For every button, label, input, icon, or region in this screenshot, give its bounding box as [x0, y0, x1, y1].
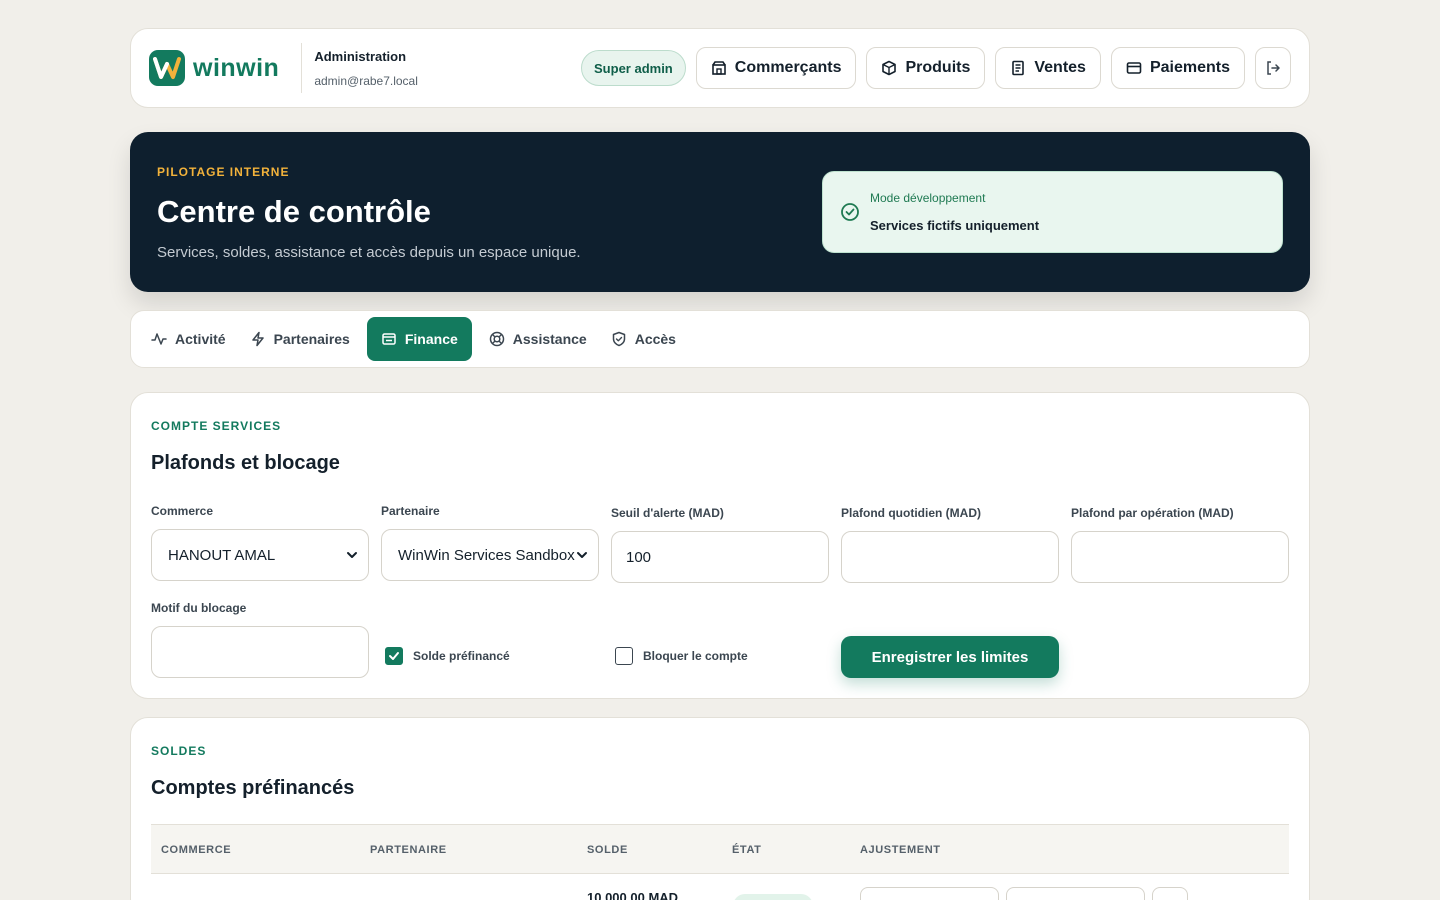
nav-paiements-button[interactable]: Paiements: [1110, 47, 1245, 89]
hero-eyebrow: PILOTAGE INTERNE: [157, 165, 290, 179]
top-bar: winwin Administration admin@rabe7.local …: [130, 28, 1310, 108]
block-account-label: Bloquer le compte: [643, 649, 748, 663]
limits-panel: COMPTE SERVICES Plafonds et blocage Comm…: [130, 392, 1310, 699]
column-header-ajustement: AJUSTEMENT: [860, 844, 941, 856]
column-header-partenaire: PARTENAIRE: [370, 844, 447, 856]
tab-activite-label: Activité: [175, 331, 226, 347]
tab-finance-label: Finance: [404, 331, 458, 347]
role-badge: Super admin: [581, 50, 686, 86]
nav-produits-button[interactable]: Produits: [866, 47, 986, 89]
adjustment-submit-button[interactable]: [1152, 887, 1188, 900]
per-operation-limit-label: Plafond par opération (MAD): [1071, 506, 1234, 520]
admin-email: admin@rabe7.local: [314, 73, 418, 88]
section-tabs: Activité Partenaires Finance Assistance …: [130, 310, 1310, 368]
checkbox-checked-icon: [385, 647, 403, 665]
status-badge: [733, 894, 813, 900]
main-nav: Super admin Commerçants Produits Ventes …: [581, 47, 1291, 89]
daily-limit-input[interactable]: [841, 531, 1059, 583]
page-title: Centre de contrôle: [157, 194, 431, 229]
block-account-checkbox[interactable]: Bloquer le compte: [615, 647, 748, 665]
shield-icon: [612, 331, 625, 347]
limits-eyebrow: COMPTE SERVICES: [151, 419, 282, 433]
partner-label: Partenaire: [381, 504, 440, 518]
admin-info: Administration admin@rabe7.local: [314, 49, 418, 88]
tab-finance[interactable]: Finance: [366, 317, 472, 361]
logout-icon: [1267, 61, 1280, 75]
check-circle-icon: [841, 203, 859, 221]
tab-partenaires-label: Partenaires: [273, 331, 350, 347]
commerce-select[interactable]: HANOUT AMAL: [151, 529, 369, 581]
brand-logo[interactable]: winwin: [149, 50, 279, 86]
block-reason-input[interactable]: [151, 626, 369, 678]
receipt-icon: [1012, 60, 1025, 76]
alert-threshold-value: 100: [626, 548, 652, 566]
balances-title: Comptes préfinancés: [151, 777, 355, 799]
wallet-icon: [382, 333, 396, 345]
store-icon: [711, 61, 726, 75]
checkbox-unchecked-icon: [615, 647, 633, 665]
header-divider: [301, 43, 303, 93]
alert-threshold-label: Seuil d'alerte (MAD): [611, 506, 724, 520]
logout-button[interactable]: [1255, 47, 1291, 89]
hero-subtitle: Services, soldes, assistance et accès de…: [157, 244, 581, 261]
daily-limit-label: Plafond quotidien (MAD): [841, 506, 981, 520]
nav-ventes-button[interactable]: Ventes: [995, 47, 1101, 89]
nav-commercants-label: Commerçants: [734, 59, 842, 76]
tab-assistance[interactable]: Assistance: [482, 317, 594, 361]
activity-icon: [151, 333, 167, 345]
nav-paiements-label: Paiements: [1149, 59, 1230, 76]
partner-select-value: WinWin Services Sandbox: [398, 546, 575, 564]
hero-banner: PILOTAGE INTERNE Centre de contrôle Serv…: [130, 132, 1310, 292]
commerce-select-value: HANOUT AMAL: [168, 546, 276, 564]
block-reason-label: Motif du blocage: [151, 601, 247, 615]
column-header-etat: ÉTAT: [732, 844, 762, 856]
tab-acces-label: Accès: [634, 331, 676, 347]
column-header-commerce: COMMERCE: [161, 844, 232, 856]
nav-ventes-label: Ventes: [1034, 59, 1086, 76]
chevron-down-icon: [347, 552, 357, 558]
credit-card-icon: [1126, 62, 1142, 74]
balances-table-header: COMMERCE PARTENAIRE SOLDE ÉTAT AJUSTEMEN…: [151, 824, 1289, 874]
tab-assistance-label: Assistance: [512, 331, 587, 347]
dev-mode-card: Mode développement Services fictifs uniq…: [822, 171, 1283, 253]
tab-partenaires[interactable]: Partenaires: [243, 317, 357, 361]
prefunded-checkbox[interactable]: Solde préfinancé: [385, 647, 510, 665]
row-balance: 10 000,00 MAD: [587, 890, 679, 900]
nav-produits-label: Produits: [905, 59, 971, 76]
balances-panel: SOLDES Comptes préfinancés COMMERCE PART…: [130, 717, 1310, 900]
tab-activite[interactable]: Activité: [144, 317, 233, 361]
dev-mode-value: Services fictifs uniquement: [870, 218, 1040, 233]
column-header-solde: SOLDE: [587, 844, 628, 856]
limits-title: Plafonds et blocage: [151, 452, 340, 474]
admin-title: Administration: [314, 48, 407, 64]
chevron-down-icon: [577, 552, 587, 558]
partner-select[interactable]: WinWin Services Sandbox: [381, 529, 599, 581]
save-limits-button[interactable]: Enregistrer les limites: [841, 636, 1059, 678]
zap-icon: [251, 331, 264, 347]
alert-threshold-input[interactable]: 100: [611, 531, 829, 583]
nav-commercants-button[interactable]: Commerçants: [695, 47, 857, 89]
commerce-label: Commerce: [151, 504, 214, 518]
tab-acces[interactable]: Accès: [604, 317, 683, 361]
per-operation-limit-input[interactable]: [1071, 531, 1289, 583]
winwin-logo-icon: [149, 50, 185, 86]
lifebuoy-icon: [489, 331, 505, 347]
package-icon: [882, 60, 897, 76]
prefunded-label: Solde préfinancé: [413, 649, 510, 663]
balances-eyebrow: SOLDES: [151, 744, 207, 758]
brand-name: winwin: [193, 53, 280, 82]
adjustment-amount-input[interactable]: [860, 887, 999, 900]
adjustment-reason-input[interactable]: [1006, 887, 1145, 900]
dev-mode-label: Mode développement: [870, 191, 986, 205]
